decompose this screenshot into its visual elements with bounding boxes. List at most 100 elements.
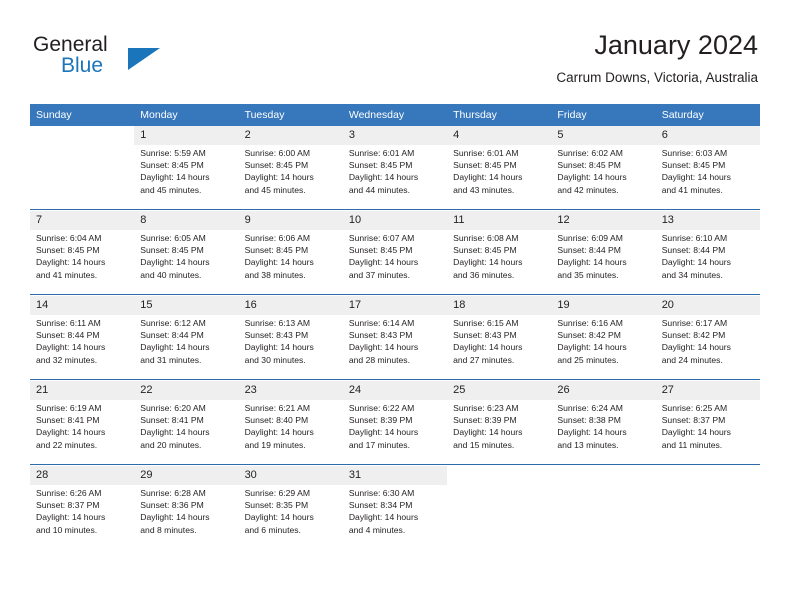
day-number-row: 7 8 9 10 11 12 13 xyxy=(30,211,760,230)
day-cell[interactable]: Sunrise: 6:02 AM Sunset: 8:45 PM Daylight:… xyxy=(551,145,656,210)
day-cell[interactable]: Sunrise: 6:06 AM Sunset: 8:45 PM Daylight:… xyxy=(238,230,343,295)
day-cell[interactable]: Sunrise: 6:22 AM Sunset: 8:39 PM Daylight:… xyxy=(342,400,448,465)
daylight-text-line2: and 22 minutes. xyxy=(36,439,98,450)
day-number-cell[interactable]: 14 xyxy=(30,296,135,315)
day-cell[interactable]: Sunrise: 6:25 AM Sunset: 8:37 PM Daylight:… xyxy=(655,400,760,465)
brand-logo[interactable]: General Blue xyxy=(33,33,273,85)
page-subtitle: Carrum Downs, Victoria, Australia xyxy=(556,70,758,85)
sunrise-text: Sunrise: 6:14 AM xyxy=(348,318,415,328)
daylight-text-line1: Daylight: 14 hours xyxy=(36,257,106,268)
day-number-cell[interactable]: 27 xyxy=(655,381,760,400)
day-number-cell[interactable]: 29 xyxy=(134,466,239,485)
day-cell[interactable]: Sunrise: 6:12 AM Sunset: 8:44 PM Daylight:… xyxy=(134,315,239,380)
day-cell[interactable]: Sunrise: 6:01 AM Sunset: 8:45 PM Daylight:… xyxy=(342,145,448,210)
day-number-cell[interactable]: 9 xyxy=(238,211,343,230)
sunrise-text: Sunrise: 6:20 AM xyxy=(140,403,206,413)
day-number-cell[interactable]: 12 xyxy=(551,211,656,230)
day-cell[interactable]: Sunrise: 6:00 AM Sunset: 8:45 PM Daylight:… xyxy=(238,145,343,210)
sunrise-text: Sunrise: 6:01 AM xyxy=(453,148,519,158)
day-number-cell[interactable]: 2 xyxy=(238,126,343,145)
brand-name-blue: Blue xyxy=(61,54,104,77)
day-cell[interactable]: Sunrise: 6:14 AM Sunset: 8:43 PM Daylight:… xyxy=(342,315,448,380)
day-number-cell[interactable]: 31 xyxy=(342,466,448,485)
weekday-header-thursday: Thursday xyxy=(447,104,552,126)
weekday-header-friday: Friday xyxy=(551,104,656,126)
day-number-cell[interactable]: 26 xyxy=(551,381,656,400)
day-number-cell[interactable]: 1 xyxy=(134,126,239,145)
day-number-cell[interactable]: 15 xyxy=(134,296,239,315)
day-cell[interactable]: Sunrise: 6:16 AM Sunset: 8:42 PM Daylight:… xyxy=(551,315,656,380)
day-number-cell[interactable]: 17 xyxy=(342,296,448,315)
day-cell[interactable]: Sunrise: 6:09 AM Sunset: 8:44 PM Daylight:… xyxy=(551,230,656,295)
day-number-cell[interactable]: 3 xyxy=(342,126,448,145)
day-cell[interactable]: Sunrise: 6:17 AM Sunset: 8:42 PM Daylight:… xyxy=(655,315,760,380)
day-number-row: 14 15 16 17 18 19 20 xyxy=(30,296,760,315)
day-number-cell[interactable]: 6 xyxy=(655,126,760,145)
day-cell[interactable]: Sunrise: 6:01 AM Sunset: 8:45 PM Daylight:… xyxy=(447,145,552,210)
calendar-page: General Blue January 2024 Carrum Downs, … xyxy=(0,0,792,612)
day-cell-empty xyxy=(447,485,552,549)
day-cell-empty xyxy=(551,485,656,549)
day-cell[interactable]: Sunrise: 6:19 AM Sunset: 8:41 PM Daylight:… xyxy=(30,400,135,465)
day-number-cell[interactable]: 30 xyxy=(238,466,343,485)
sunset-text: Sunset: 8:34 PM xyxy=(348,500,413,511)
day-number-cell[interactable]: 13 xyxy=(655,211,760,230)
weekday-header-sunday: Sunday xyxy=(30,104,135,126)
day-cell[interactable]: Sunrise: 5:59 AM Sunset: 8:45 PM Daylight:… xyxy=(134,145,239,210)
daylight-text-line2: and 44 minutes. xyxy=(348,184,410,195)
day-number-cell[interactable]: 7 xyxy=(30,211,135,230)
day-number-cell[interactable]: 19 xyxy=(551,296,656,315)
daylight-text-line1: Daylight: 14 hours xyxy=(244,342,314,353)
day-cell[interactable]: Sunrise: 6:30 AM Sunset: 8:34 PM Daylight:… xyxy=(342,485,448,549)
day-cell[interactable]: Sunrise: 6:03 AM Sunset: 8:45 PM Daylight:… xyxy=(655,145,760,210)
sunset-text: Sunset: 8:45 PM xyxy=(348,245,413,256)
day-number-cell[interactable]: 11 xyxy=(447,211,552,230)
day-cell[interactable]: Sunrise: 6:21 AM Sunset: 8:40 PM Daylight:… xyxy=(238,400,343,465)
daylight-text-line2: and 25 minutes. xyxy=(557,354,619,365)
day-cell[interactable]: Sunrise: 6:11 AM Sunset: 8:44 PM Daylight:… xyxy=(30,315,135,380)
sunset-text: Sunset: 8:35 PM xyxy=(244,500,309,511)
day-cell[interactable]: Sunrise: 6:26 AM Sunset: 8:37 PM Daylight:… xyxy=(30,485,135,549)
sunrise-text: Sunrise: 6:05 AM xyxy=(140,233,206,243)
sunset-text: Sunset: 8:45 PM xyxy=(557,160,621,171)
day-number-cell[interactable]: 8 xyxy=(134,211,239,230)
day-cell[interactable]: Sunrise: 6:04 AM Sunset: 8:45 PM Daylight:… xyxy=(30,230,135,295)
day-number-cell[interactable]: 28 xyxy=(30,466,135,485)
daylight-text-line2: and 15 minutes. xyxy=(453,439,515,450)
day-cell[interactable]: Sunrise: 6:08 AM Sunset: 8:45 PM Daylight:… xyxy=(447,230,552,295)
daylight-text-line2: and 41 minutes. xyxy=(36,269,98,280)
day-number-cell[interactable]: 5 xyxy=(551,126,656,145)
daylight-text-line1: Daylight: 14 hours xyxy=(453,172,523,183)
calendar-table: Sunday Monday Tuesday Wednesday Thursday… xyxy=(30,104,760,549)
day-number-cell[interactable]: 22 xyxy=(134,381,239,400)
day-number-cell[interactable]: 16 xyxy=(238,296,343,315)
daylight-text-line2: and 32 minutes. xyxy=(36,354,98,365)
sunrise-text: Sunrise: 6:03 AM xyxy=(661,148,728,158)
day-cell[interactable]: Sunrise: 6:13 AM Sunset: 8:43 PM Daylight:… xyxy=(238,315,343,380)
day-cell[interactable]: Sunrise: 6:15 AM Sunset: 8:43 PM Daylight:… xyxy=(447,315,552,380)
day-number-cell[interactable]: 10 xyxy=(342,211,448,230)
day-cell[interactable]: Sunrise: 6:24 AM Sunset: 8:38 PM Daylight:… xyxy=(551,400,656,465)
day-cell[interactable]: Sunrise: 6:10 AM Sunset: 8:44 PM Daylight:… xyxy=(655,230,760,295)
daylight-text-line2: and 4 minutes. xyxy=(348,524,406,535)
daylight-text-line1: Daylight: 14 hours xyxy=(661,172,731,183)
day-number-cell[interactable]: 4 xyxy=(447,126,552,145)
day-cell[interactable]: Sunrise: 6:29 AM Sunset: 8:35 PM Daylight:… xyxy=(238,485,343,549)
sunrise-text: Sunrise: 6:10 AM xyxy=(661,233,728,243)
daylight-text-line1: Daylight: 14 hours xyxy=(453,427,523,438)
day-cell[interactable]: Sunrise: 6:23 AM Sunset: 8:39 PM Daylight:… xyxy=(447,400,552,465)
day-number-cell[interactable]: 20 xyxy=(655,296,760,315)
day-cell[interactable]: Sunrise: 6:05 AM Sunset: 8:45 PM Daylight:… xyxy=(134,230,239,295)
day-details-row: Sunrise: 5:59 AM Sunset: 8:45 PM Daylight:… xyxy=(30,145,760,210)
daylight-text-line1: Daylight: 14 hours xyxy=(453,257,523,268)
day-number-cell[interactable]: 25 xyxy=(447,381,552,400)
day-number-cell[interactable]: 23 xyxy=(238,381,343,400)
day-cell[interactable]: Sunrise: 6:28 AM Sunset: 8:36 PM Daylight:… xyxy=(134,485,239,549)
day-number-cell[interactable]: 18 xyxy=(447,296,552,315)
day-number-cell[interactable]: 24 xyxy=(342,381,448,400)
day-number-cell[interactable]: 21 xyxy=(30,381,135,400)
weekday-header-monday: Monday xyxy=(134,104,239,126)
day-cell[interactable]: Sunrise: 6:20 AM Sunset: 8:41 PM Daylight:… xyxy=(134,400,239,465)
day-cell[interactable]: Sunrise: 6:07 AM Sunset: 8:45 PM Daylight:… xyxy=(342,230,448,295)
daylight-text-line1: Daylight: 14 hours xyxy=(348,257,419,268)
